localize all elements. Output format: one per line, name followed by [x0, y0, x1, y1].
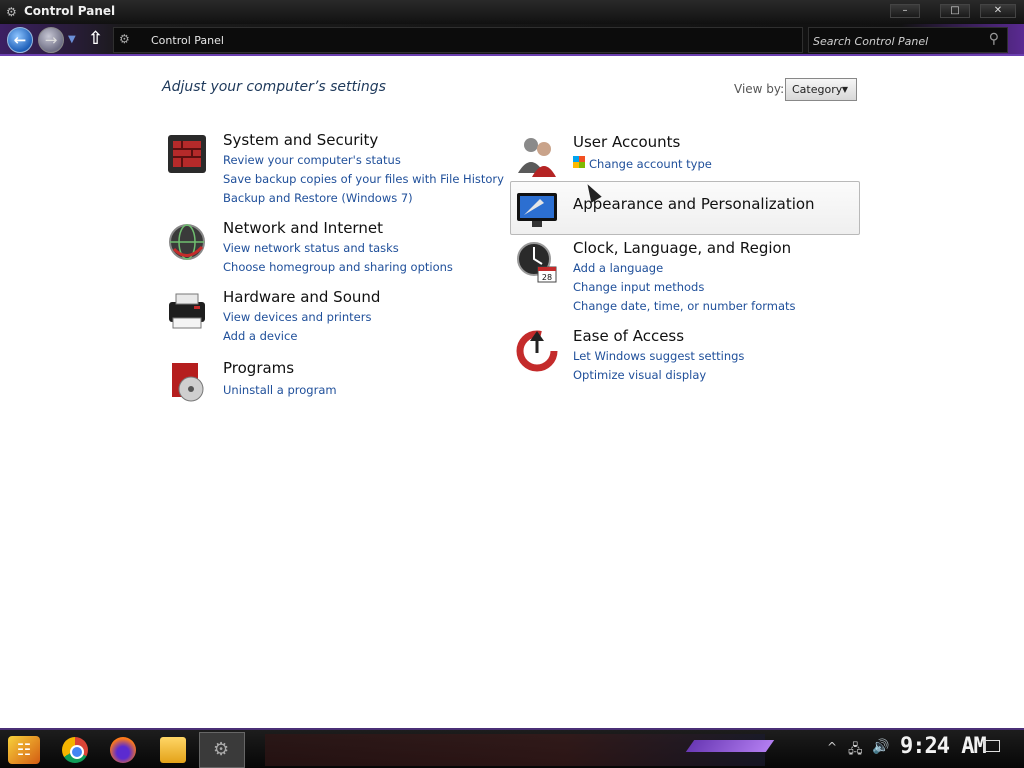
printer-icon: [169, 293, 205, 329]
link-date-formats[interactable]: Change date, time, or number formats: [573, 299, 796, 313]
category-title[interactable]: User Accounts: [573, 133, 680, 151]
minimize-button[interactable]: –: [890, 4, 920, 18]
programs-icon: [172, 363, 204, 402]
link-change-account-type[interactable]: Change account type: [589, 157, 712, 171]
notifications-icon[interactable]: [984, 740, 1000, 752]
link-network-status[interactable]: View network status and tasks: [223, 241, 399, 255]
control-panel-icon: ⚙: [119, 32, 130, 46]
search-box[interactable]: ⚲: [808, 27, 1008, 53]
view-by-dropdown[interactable]: Category ▼: [785, 78, 857, 101]
navigation-bar: ← → ▼ ⇧ ⚙ Control Panel ⚲: [0, 24, 1024, 56]
link-input-methods[interactable]: Change input methods: [573, 280, 704, 294]
recent-locations-dropdown-icon[interactable]: ▼: [68, 34, 76, 45]
taskbar-decoration-stripe: [685, 740, 775, 752]
link-suggest-settings[interactable]: Let Windows suggest settings: [573, 349, 744, 363]
category-title[interactable]: Programs: [223, 359, 294, 377]
title-bar: ⚙ Control Panel – □ ✕: [0, 0, 1024, 24]
chrome-icon[interactable]: [62, 737, 88, 763]
category-title[interactable]: Ease of Access: [573, 327, 684, 345]
link-review-status[interactable]: Review your computer's status: [223, 153, 401, 167]
page-title: Adjust your computer’s settings: [162, 79, 386, 95]
forward-button[interactable]: →: [38, 27, 64, 53]
clock-icon: 28: [517, 242, 557, 283]
link-backup-restore[interactable]: Backup and Restore (Windows 7): [223, 191, 413, 205]
chevron-down-icon: ▼: [841, 85, 848, 94]
category-title[interactable]: Hardware and Sound: [223, 288, 380, 306]
taskbar: ☷ ⚙ ^ 🖧 🔊 9:24 AM: [0, 728, 1024, 768]
firewall-icon: [168, 135, 206, 173]
search-input[interactable]: [813, 32, 983, 50]
category-title[interactable]: Appearance and Personalization: [573, 195, 815, 213]
link-homegroup[interactable]: Choose homegroup and sharing options: [223, 260, 453, 274]
category-programs: Programs Uninstall a program: [164, 359, 504, 403]
monitor-icon: [517, 193, 557, 227]
taskbar-control-panel[interactable]: ⚙: [199, 732, 245, 768]
close-button[interactable]: ✕: [980, 4, 1016, 18]
category-clock-language: 28 Clock, Language, and Region Add a lan…: [514, 239, 854, 319]
category-title[interactable]: Clock, Language, and Region: [573, 239, 791, 257]
view-by-value: Category: [792, 83, 843, 96]
start-button[interactable]: ☷: [8, 736, 40, 764]
shield-icon: [573, 156, 585, 168]
view-by-label: View by:: [734, 82, 785, 96]
maximize-button[interactable]: □: [940, 4, 970, 18]
category-appearance: Appearance and Personalization: [514, 193, 854, 231]
category-hardware-sound: Hardware and Sound View devices and prin…: [164, 288, 504, 348]
svg-text:28: 28: [542, 273, 552, 282]
network-icon[interactable]: 🖧: [848, 740, 863, 762]
link-add-language[interactable]: Add a language: [573, 261, 663, 275]
breadcrumb[interactable]: Control Panel: [151, 34, 224, 47]
window-title: Control Panel: [24, 4, 116, 18]
address-bar[interactable]: ⚙ Control Panel: [113, 27, 803, 53]
link-add-device[interactable]: Add a device: [223, 329, 297, 343]
link-file-history[interactable]: Save backup copies of your files with Fi…: [223, 172, 504, 186]
category-network-internet: Network and Internet View network status…: [164, 219, 504, 279]
ease-of-access-icon: [516, 330, 558, 372]
volume-icon[interactable]: 🔊: [872, 739, 889, 755]
category-title[interactable]: Network and Internet: [223, 219, 383, 237]
file-explorer-icon[interactable]: [160, 737, 186, 763]
back-button[interactable]: ←: [7, 27, 33, 53]
category-user-accounts: User Accounts Change account type: [514, 133, 854, 177]
search-icon[interactable]: ⚲: [989, 31, 999, 47]
firefox-icon[interactable]: [110, 737, 136, 763]
control-panel-icon: ⚙: [6, 5, 17, 19]
users-icon: [518, 138, 556, 177]
category-title[interactable]: System and Security: [223, 131, 378, 149]
show-hidden-icons[interactable]: ^: [827, 740, 837, 754]
category-ease-of-access: Ease of Access Let Windows suggest setti…: [514, 327, 854, 387]
link-devices-printers[interactable]: View devices and printers: [223, 310, 371, 324]
link-uninstall-program[interactable]: Uninstall a program: [223, 383, 337, 397]
control-panel-icon: ⚙: [213, 739, 230, 760]
category-system-security: System and Security Review your computer…: [164, 131, 504, 211]
link-optimize-display[interactable]: Optimize visual display: [573, 368, 706, 382]
clock[interactable]: 9:24 AM: [900, 734, 987, 759]
globe-network-icon: [169, 224, 205, 260]
up-button[interactable]: ⇧: [88, 29, 103, 49]
